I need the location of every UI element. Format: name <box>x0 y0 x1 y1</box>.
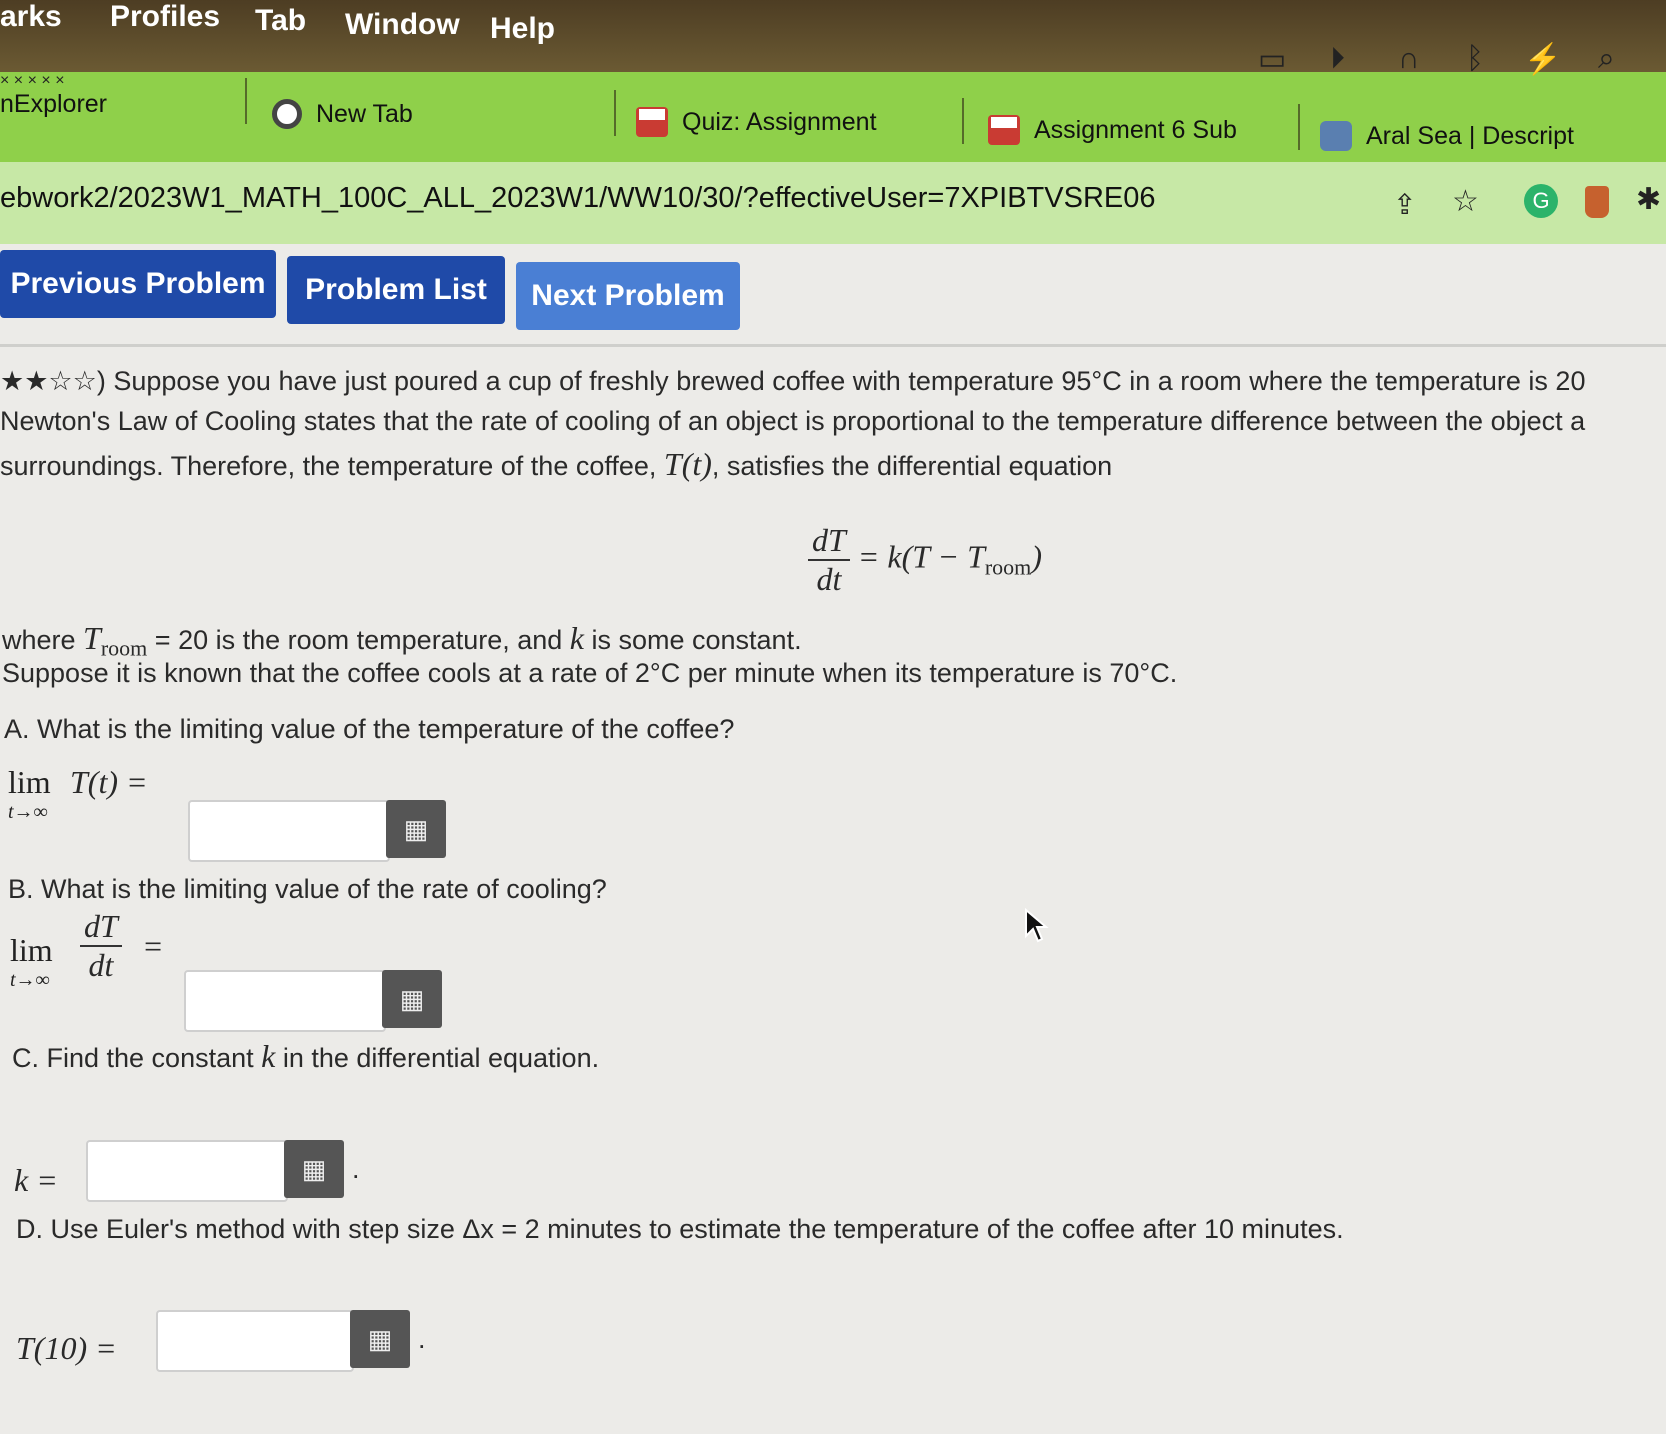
tab-divider <box>962 98 964 144</box>
globe-icon <box>1320 121 1352 151</box>
part-b-equals: = <box>142 928 164 964</box>
answer-d-input[interactable] <box>156 1310 354 1372</box>
browser-tab-strip: nExplorer × New Tab × Quiz: Assignment ×… <box>0 72 1666 162</box>
menu-help[interactable]: Help <box>490 12 555 46</box>
part-a-expr: T(t) = <box>70 764 148 800</box>
part-d-expr: T(10) = <box>16 1330 117 1366</box>
part-b-fraction: dT dt <box>80 908 122 984</box>
tab-divider <box>1298 104 1300 150</box>
part-d-question: D. Use Euler's method with step size Δx … <box>16 1214 1344 1244</box>
part-c-expr: k = <box>14 1162 58 1198</box>
play-icon[interactable]: ⏵ <box>1330 42 1345 76</box>
menu-profiles[interactable]: Profiles <box>110 0 220 34</box>
keyboard-icon[interactable]: ▦ <box>284 1140 344 1198</box>
battery-icon[interactable]: ⚡ <box>1524 42 1561 77</box>
bookmark-star-icon[interactable]: ☆ <box>1452 184 1479 219</box>
menu-bookmarks[interactable]: arks <box>0 0 62 34</box>
problem-line-1: ★★☆☆) Suppose you have just poured a cup… <box>0 366 1586 396</box>
tab-aral-sea[interactable]: Aral Sea | Descript <box>1320 106 1574 166</box>
tab-label: Assignment 6 Sub <box>1034 115 1237 144</box>
answer-a-input[interactable] <box>188 800 390 862</box>
menu-tab[interactable]: Tab <box>255 4 306 38</box>
url-text[interactable]: ebwork2/2023W1_MATH_100C_ALL_2023W1/WW10… <box>0 182 1156 215</box>
address-bar[interactable]: ebwork2/2023W1_MATH_100C_ALL_2023W1/WW10… <box>0 162 1666 244</box>
ubc-icon <box>988 115 1020 145</box>
period: . <box>352 1154 360 1184</box>
menu-window[interactable]: Window <box>345 8 460 42</box>
previous-problem-button[interactable]: Previous Problem <box>0 250 276 318</box>
keyboard-icon[interactable]: ▦ <box>386 800 446 858</box>
tab-label: Quiz: Assignment <box>682 107 877 136</box>
part-c-question: C. Find the constant k in the differenti… <box>12 1038 600 1074</box>
tab-divider <box>245 78 247 124</box>
search-icon[interactable]: ⌕ <box>1598 42 1615 76</box>
part-a-question: A. What is the limiting value of the tem… <box>4 714 735 744</box>
rate-line: Suppose it is known that the coffee cool… <box>2 658 1178 688</box>
problem-line-3: surroundings. Therefore, the temperature… <box>0 446 1113 482</box>
where-line: where Troom = 20 is the room temperature… <box>2 620 802 661</box>
grammarly-icon[interactable]: G <box>1524 184 1558 218</box>
keyboard-icon[interactable]: ▦ <box>350 1310 410 1368</box>
headphones-icon[interactable]: ∩ <box>1398 42 1420 76</box>
part-b-limit: lim t→∞ <box>10 932 53 991</box>
tab-divider <box>614 90 616 136</box>
differential-equation: dT dt = k(T − Troom) <box>808 522 1042 598</box>
bluetooth-icon[interactable]: ᛒ <box>1466 42 1484 76</box>
tab-label: Aral Sea | Descript <box>1366 121 1574 150</box>
period: . <box>418 1324 426 1354</box>
problem-list-button[interactable]: Problem List <box>287 256 505 324</box>
tab-new-tab[interactable]: New Tab <box>272 84 413 144</box>
display-icon[interactable]: ▭ <box>1258 42 1286 77</box>
problem-line-2: Newton's Law of Cooling states that the … <box>0 406 1586 436</box>
extensions-icon[interactable]: ✱ <box>1636 182 1661 217</box>
divider <box>0 344 1666 347</box>
answer-c-input[interactable] <box>86 1140 288 1202</box>
tab-explorer[interactable]: nExplorer <box>0 74 107 134</box>
tab-assignment-6[interactable]: Assignment 6 Sub <box>988 100 1237 160</box>
part-a-limit: lim t→∞ <box>8 764 51 823</box>
webwork-page: Previous Problem Problem List Next Probl… <box>0 244 1666 1434</box>
answer-b-input[interactable] <box>184 970 386 1032</box>
mouse-cursor-icon <box>1025 908 1049 943</box>
tab-label: New Tab <box>316 99 413 128</box>
tab-quiz-assignment[interactable]: Quiz: Assignment <box>636 92 877 152</box>
tab-label: nExplorer <box>0 89 107 118</box>
next-problem-button[interactable]: Next Problem <box>516 262 740 330</box>
chrome-icon <box>272 99 302 129</box>
keyboard-icon[interactable]: ▦ <box>382 970 442 1028</box>
part-b-question: B. What is the limiting value of the rat… <box>8 874 607 904</box>
difficulty-stars: ★★☆☆) <box>0 366 106 396</box>
extension-cup-icon[interactable] <box>1585 186 1609 218</box>
status-icons: ▭ ⏵ ∩ ᛒ ⚡ ⌕ <box>1258 42 1658 82</box>
share-icon[interactable]: ⇪ <box>1393 188 1416 221</box>
ubc-icon <box>636 107 668 137</box>
